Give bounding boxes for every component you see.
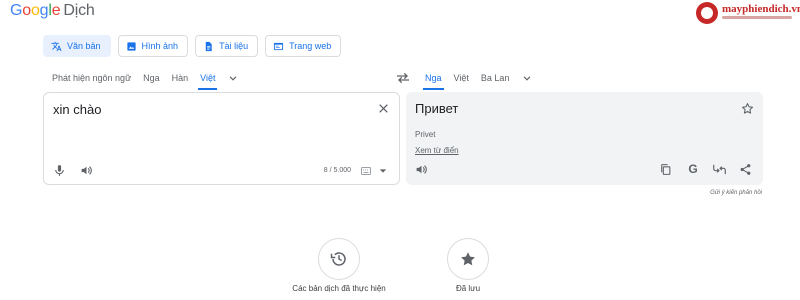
input-tools-dropdown[interactable]: [379, 168, 387, 174]
mode-label: Văn bản: [67, 41, 101, 51]
transliteration: Privet: [415, 130, 436, 139]
clear-source-button[interactable]: [377, 102, 390, 115]
logo-letter: o: [30, 2, 40, 19]
target-lang-more-button[interactable]: [519, 70, 535, 86]
website-icon: [273, 42, 284, 50]
source-lang-vietnamese[interactable]: Việt: [194, 66, 221, 90]
image-icon: [126, 41, 136, 51]
caret-down-icon: [379, 169, 387, 173]
watermark-text: mayphiendich.vn: [722, 3, 800, 15]
feedback-icon: [713, 164, 726, 175]
mode-document-button[interactable]: Tài liệu: [195, 35, 259, 57]
chevron-down-icon: [230, 76, 237, 81]
chevron-down-icon: [524, 76, 531, 81]
mode-bar: Văn bản Hình ảnh Tài liệu Trang web: [43, 35, 342, 57]
translation-panel: Привет Privet Xem từ điển G: [406, 92, 763, 185]
microphone-icon: [55, 165, 64, 176]
rate-translation-button[interactable]: [712, 163, 727, 176]
history-button[interactable]: [318, 238, 360, 280]
copy-icon: [661, 164, 671, 175]
source-language-bar: Phát hiện ngôn ngữ Nga Hàn Việt: [46, 66, 241, 90]
copy-translation-button[interactable]: [659, 163, 672, 176]
mode-label: Trang web: [289, 41, 332, 51]
top-bar: Google Dịch mayphiendich.vn: [0, 0, 800, 26]
product-name: Dịch: [63, 2, 95, 19]
mode-image-button[interactable]: Hình ảnh: [117, 35, 189, 57]
swap-icon: [397, 72, 409, 84]
speaker-icon: [81, 166, 92, 175]
voice-input-button[interactable]: [53, 164, 66, 177]
close-icon: [379, 104, 388, 113]
dictionary-link[interactable]: Xem từ điển: [415, 146, 459, 155]
saved-section: Đã lưu: [436, 238, 500, 293]
star-outline-icon: [741, 103, 754, 114]
share-icon: [740, 164, 751, 175]
translate-icon: [51, 41, 62, 51]
source-text-input[interactable]: xin chào: [53, 102, 101, 117]
document-icon: [205, 41, 212, 51]
mode-label: Tài liệu: [219, 41, 249, 51]
saved-label: Đã lưu: [455, 284, 481, 293]
watermark-logo: mayphiendich.vn: [696, 2, 800, 24]
listen-translation-button[interactable]: [415, 163, 428, 176]
source-lang-korean[interactable]: Hàn: [166, 66, 195, 90]
logo-letter: o: [22, 2, 31, 19]
google-translate-logo[interactable]: Google Dịch: [10, 2, 95, 20]
mode-label: Hình ảnh: [141, 41, 179, 51]
logo-letter: e: [51, 2, 61, 19]
logo-letter: G: [10, 2, 23, 19]
history-icon: [330, 252, 346, 266]
share-translation-button[interactable]: [739, 163, 752, 176]
source-lang-more-button[interactable]: [225, 70, 241, 86]
target-lang-vietnamese[interactable]: Việt: [448, 66, 475, 90]
save-translation-button[interactable]: [741, 102, 754, 115]
target-lang-russian[interactable]: Nga: [419, 66, 448, 90]
character-count: 8 / 5.000: [323, 167, 351, 174]
watermark-icon: [696, 2, 718, 24]
saved-button[interactable]: [447, 238, 489, 280]
star-icon: [461, 252, 475, 266]
mode-website-button[interactable]: Trang web: [265, 35, 342, 57]
source-text-panel: xin chào 8 / 5.000: [43, 92, 400, 185]
source-lang-detect[interactable]: Phát hiện ngôn ngữ: [46, 66, 137, 90]
listen-source-button[interactable]: [80, 164, 93, 177]
mode-text-button[interactable]: Văn bản: [43, 35, 111, 57]
source-lang-russian[interactable]: Nga: [137, 66, 166, 90]
google-search-icon[interactable]: G: [686, 162, 700, 176]
translation-text: Привет: [415, 101, 459, 116]
history-label: Các bản dịch đã thực hiện: [292, 284, 386, 293]
watermark-tagline: [722, 16, 792, 19]
target-lang-polish[interactable]: Ba Lan: [475, 66, 516, 90]
target-language-bar: Nga Việt Ba Lan: [419, 66, 535, 90]
send-feedback-link[interactable]: Gửi ý kiến phản hồi: [710, 190, 762, 196]
history-section: Các bản dịch đã thực hiện: [292, 238, 386, 293]
input-tools-button[interactable]: [361, 167, 371, 175]
swap-languages-button[interactable]: [395, 71, 411, 85]
keyboard-icon: [361, 167, 371, 175]
speaker-icon: [416, 165, 427, 174]
